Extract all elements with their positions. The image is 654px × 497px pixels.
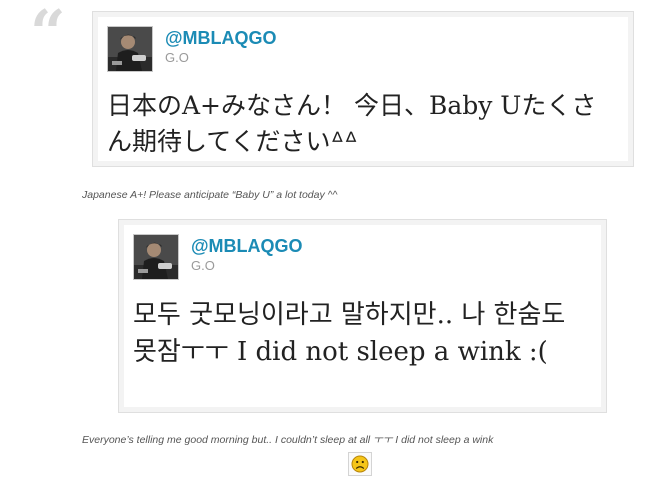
user-handle-link[interactable]: @MBLAQGO [165,28,277,48]
display-name: G.O [191,258,215,273]
display-name: G.O [165,50,189,65]
translation-caption: Japanese A+! Please anticipate “Baby U” … [82,189,338,201]
avatar[interactable] [107,26,153,72]
quote-mark-icon: “ [30,0,66,69]
embedded-tweet: @MBLAQGO G.O 모두 굿모닝이라고 말하지만.. 나 한숨도 못잠ㅜㅜ… [118,219,607,413]
tweet-text: 모두 굿모닝이라고 말하지만.. 나 한숨도 못잠ㅜㅜ I did not sl… [133,300,566,367]
user-block: @MBLAQGO G.O [165,28,277,66]
tweet-text: 日本のA+みなさん！ 今日、Baby Uたくさん期待してくださいᐞᐞ [107,91,597,156]
sad-face-icon [348,452,372,476]
user-block: @MBLAQGO G.O [191,236,303,274]
user-handle-link[interactable]: @MBLAQGO [191,236,303,256]
translation-caption: Everyone’s telling me good morning but..… [82,434,494,446]
avatar[interactable] [133,234,179,280]
embedded-tweet: @MBLAQGO G.O 日本のA+みなさん！ 今日、Baby Uたくさん期待し… [92,11,634,167]
